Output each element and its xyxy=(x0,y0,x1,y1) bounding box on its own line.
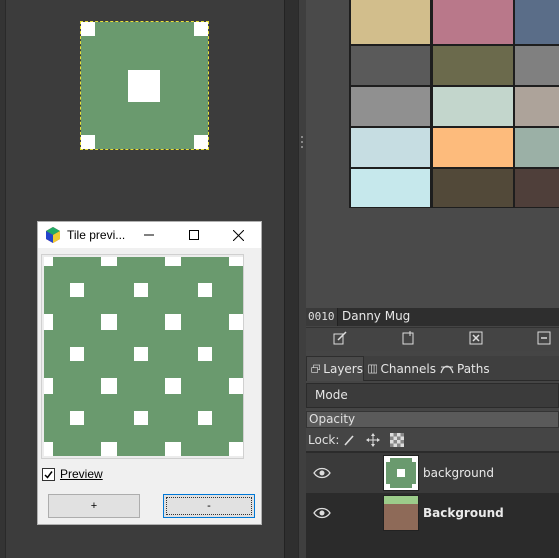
tab-layers-label: Layers xyxy=(323,362,363,376)
close-button[interactable] xyxy=(216,222,261,248)
palette-swatch[interactable] xyxy=(515,0,559,44)
checkmark-icon xyxy=(44,471,53,479)
palette-swatch[interactable] xyxy=(433,87,513,126)
tab-layers[interactable]: Layers xyxy=(306,356,364,381)
layers-icon xyxy=(311,364,320,373)
layer-name[interactable]: background xyxy=(423,466,494,480)
palette-swatch[interactable] xyxy=(515,169,559,207)
palette-swatch[interactable] xyxy=(515,87,559,126)
maximize-icon xyxy=(188,230,199,240)
layer-thumbnail xyxy=(383,495,419,531)
separator-grip[interactable] xyxy=(300,136,304,154)
preview-checkbox[interactable] xyxy=(42,468,55,481)
palette-swatch[interactable] xyxy=(515,128,559,167)
tab-paths[interactable]: Paths xyxy=(436,356,490,381)
layer-name[interactable]: Background xyxy=(423,506,504,520)
paths-icon xyxy=(440,365,454,373)
dock-drag-handle[interactable] xyxy=(503,352,523,363)
palette-swatch[interactable] xyxy=(351,46,430,85)
gimp-app-icon xyxy=(46,227,60,243)
layer-thumbnail xyxy=(383,455,419,491)
lock-alpha-icon[interactable] xyxy=(390,433,404,447)
palette-swatch[interactable] xyxy=(433,169,513,207)
palette-entry-name[interactable]: Danny Mug xyxy=(342,309,410,323)
preview-scrollbar[interactable] xyxy=(245,254,255,459)
preview-checkbox-label[interactable]: Preview xyxy=(60,467,103,481)
tile-preview-dialog: Tile previ... Preview + - xyxy=(37,221,262,525)
new-color-icon[interactable] xyxy=(401,331,415,345)
canvas-edge xyxy=(0,0,6,558)
zoom-out-button[interactable]: - xyxy=(163,494,255,518)
palette-swatch[interactable] xyxy=(351,87,430,126)
palette-swatch[interactable] xyxy=(351,128,430,167)
palette-entry-index: 0010 xyxy=(306,308,338,326)
opacity-label: Opacity xyxy=(309,412,356,426)
mode-label: Mode xyxy=(315,388,348,402)
dialog-titlebar[interactable]: Tile previ... xyxy=(38,222,261,248)
lock-label: Lock: xyxy=(308,433,340,447)
canvas-scrollbar[interactable] xyxy=(284,0,298,558)
palette-swatch[interactable] xyxy=(433,128,513,167)
tab-channels[interactable]: Channels xyxy=(364,356,436,381)
palette-swatch[interactable] xyxy=(351,0,430,44)
palette-swatch[interactable] xyxy=(515,46,559,85)
tab-paths-label: Paths xyxy=(457,361,490,376)
tile-preview-pattern xyxy=(44,257,243,456)
visibility-eye-icon[interactable] xyxy=(313,467,331,479)
dialog-title: Tile previ... xyxy=(67,228,126,242)
visibility-eye-icon[interactable] xyxy=(313,507,331,519)
delete-color-icon[interactable] xyxy=(469,331,483,345)
minimize-icon xyxy=(143,234,154,236)
palette-swatch[interactable] xyxy=(433,46,513,85)
close-icon xyxy=(233,229,244,241)
palette-swatch[interactable] xyxy=(351,169,430,207)
maximize-button[interactable] xyxy=(171,222,216,248)
panel-separator[interactable] xyxy=(298,0,306,558)
collapse-icon[interactable] xyxy=(537,331,551,345)
lock-position-icon[interactable] xyxy=(366,433,380,447)
lock-pixels-icon[interactable] xyxy=(342,433,356,447)
channels-icon xyxy=(368,364,378,373)
edit-color-icon[interactable] xyxy=(333,331,347,345)
canvas-tile-image[interactable] xyxy=(80,21,209,150)
minimize-button[interactable] xyxy=(126,222,171,248)
palette-swatch[interactable] xyxy=(433,0,513,44)
zoom-in-button[interactable]: + xyxy=(48,494,140,518)
tab-channels-label: Channels xyxy=(380,361,436,376)
